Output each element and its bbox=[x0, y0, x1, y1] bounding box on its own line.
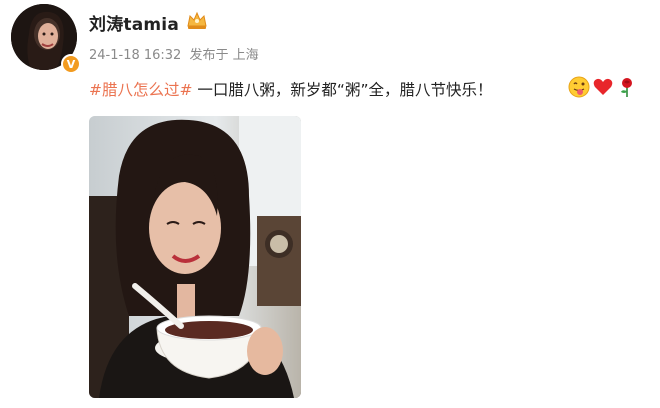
post-timestamp[interactable]: 24-1-18 16:32 bbox=[89, 48, 181, 63]
avatar-container[interactable]: V bbox=[11, 4, 81, 74]
red-heart-emoji bbox=[593, 78, 613, 95]
post-meta: 24-1-18 16:32 发布于 上海 bbox=[89, 44, 263, 63]
hashtag-link[interactable]: #腊八怎么过# bbox=[89, 81, 192, 99]
verified-symbol: V bbox=[66, 57, 76, 71]
emoji-row bbox=[568, 76, 638, 98]
photo-image bbox=[89, 116, 301, 398]
post-body-text: 一口腊八粥，新岁都“粥”全，腊八节快乐！ bbox=[192, 81, 493, 99]
rose-emoji bbox=[621, 78, 632, 97]
post-location: 发布于 上海 bbox=[189, 48, 259, 63]
post-text: #腊八怎么过# 一口腊八粥，新岁都“粥”全，腊八节快乐！ bbox=[89, 78, 492, 100]
post-photo[interactable] bbox=[89, 116, 301, 398]
verified-v-icon: V bbox=[61, 54, 81, 74]
crown-icon[interactable] bbox=[186, 10, 208, 30]
tongue-out-emoji bbox=[568, 76, 590, 98]
username[interactable]: 刘涛tamia bbox=[89, 10, 179, 35]
